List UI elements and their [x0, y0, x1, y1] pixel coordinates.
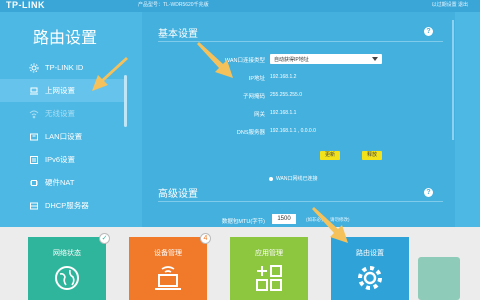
gear-icon [357, 265, 383, 296]
router-admin-page: TP-LINK 产品型号：TL-WDR5620千兆版 以过期设置 退出 路由设置… [0, 0, 480, 300]
wifi-icon [29, 109, 39, 119]
main-panel: 基本设置 ? WAN口连接类型 自动获得IP地址 IP地址 192.168.1.… [142, 12, 455, 227]
sidebar-item-label: 上网设置 [45, 86, 75, 95]
tile-router-settings[interactable]: 路由设置 [331, 237, 409, 300]
globe-icon [54, 265, 80, 296]
apps-grid-icon [256, 265, 282, 296]
gateway-value: 192.168.1.1 [270, 110, 297, 116]
chevron-down-icon [372, 57, 378, 61]
tile-label: 设备管理 [154, 250, 182, 257]
laptop-wifi-icon [153, 265, 183, 296]
sidebar-item-lan[interactable]: LAN口设置 [0, 125, 124, 148]
sidebar-item-label: DHCP服务器 [45, 201, 89, 210]
product-model: 产品型号：TL-WDR5620千兆版 [138, 2, 209, 8]
tile-label: 应用管理 [255, 250, 283, 257]
dns-label: DNS服务器 [236, 130, 265, 136]
sidebar-item-label: 无线设置 [45, 109, 75, 118]
dhcp-icon [29, 201, 39, 211]
dns-value: 192.168.1.1 , 0.0.0.0 [270, 128, 316, 134]
ipv6-icon [29, 155, 39, 165]
sidebar-item-dhcp[interactable]: DHCP服务器 [0, 194, 124, 217]
arrow-icon [92, 57, 128, 91]
tile-network-status[interactable]: 网络状态 ✓ [28, 233, 110, 300]
gateway-label: 网关 [253, 112, 265, 118]
ip-value: 192.168.1.2 [270, 74, 297, 80]
sidebar-item-label: 硬件NAT [45, 178, 75, 187]
lan-port-icon [29, 132, 39, 142]
arrow-icon [312, 207, 348, 243]
sidebar-item-hardware-nat[interactable]: 硬件NAT [0, 171, 124, 194]
tile-label: 网络状态 [53, 250, 81, 257]
header-links[interactable]: 以过期设置 退出 [432, 1, 468, 8]
top-bar: TP-LINK 产品型号：TL-WDR5620千兆版 以过期设置 退出 [0, 0, 480, 12]
tile-label: 路由设置 [356, 250, 384, 257]
wan-link-status: WAN口网线已连接 [269, 175, 317, 182]
sidebar-item-label: LAN口设置 [45, 132, 83, 141]
divider [158, 201, 443, 202]
gear-icon [29, 63, 39, 73]
status-dot-icon [269, 176, 273, 181]
laptop-icon [29, 86, 39, 96]
help-icon[interactable]: ? [424, 27, 433, 36]
sidebar-item-label: IPv6设置 [45, 155, 76, 164]
check-badge-icon: ✓ [99, 233, 110, 244]
tile-more[interactable] [418, 257, 460, 300]
mask-value: 255.255.255.0 [270, 92, 302, 98]
mtu-input[interactable]: 1500 [272, 214, 296, 224]
tile-device-management[interactable]: 设备管理 4 [129, 233, 211, 300]
tile-app-management[interactable]: 应用管理 [230, 237, 308, 300]
help-icon[interactable]: ? [424, 188, 433, 197]
sidebar-item-wireless[interactable]: 无线设置 [0, 102, 124, 125]
renew-button[interactable]: 更新 [320, 151, 340, 160]
ip-label: IP地址 [248, 76, 265, 82]
sidebar-item-ipv6[interactable]: IPv6设置 [0, 148, 124, 171]
wan-type-value: 自动获得IP地址 [274, 57, 309, 63]
chip-icon [29, 178, 39, 188]
count-badge: 4 [200, 233, 211, 244]
main-scrollbar[interactable] [452, 20, 454, 140]
sidebar-item-label: TP-LINK ID [45, 63, 84, 72]
bottom-dock: 网络状态 ✓ 设备管理 4 应用管理 路由设置 [0, 227, 480, 300]
mtu-label: 数据包MTU(字节) [221, 219, 265, 225]
sidebar-title: 路由设置 [33, 30, 98, 47]
wan-type-select[interactable]: 自动获得IP地址 [270, 54, 382, 64]
arrow-icon [197, 42, 233, 78]
advanced-settings-title: 高级设置 [158, 189, 198, 200]
basic-settings-title: 基本设置 [158, 29, 198, 40]
brand-logo: TP-LINK [6, 0, 45, 10]
mask-label: 子网掩码 [242, 94, 265, 100]
release-button[interactable]: 释放 [362, 151, 382, 160]
wan-link-label: WAN口网线已连接 [276, 176, 318, 182]
sidebar: 路由设置 TP-LINK ID 上网设置 无线设置 LAN口设置 IPv6设置 … [0, 12, 130, 227]
